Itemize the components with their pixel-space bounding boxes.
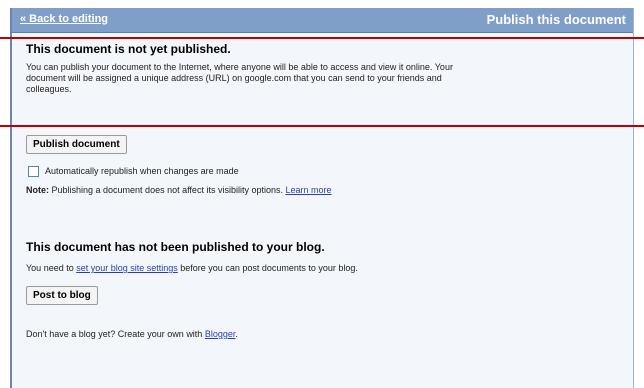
blog-text-after: before you can post documents to your bl… <box>177 263 358 273</box>
auto-republish-checkbox[interactable] <box>28 166 39 177</box>
publish-description-line-1: You can publish your document to the Int… <box>26 62 453 72</box>
blogger-text-after: . <box>235 329 238 339</box>
blogger-text-before: Don't have a blog yet? Create your own w… <box>26 329 205 339</box>
publish-description-line-2: document will be assigned a unique addre… <box>26 73 442 83</box>
learn-more-link[interactable]: Learn more <box>285 185 331 195</box>
blogger-link[interactable]: Blogger <box>205 329 236 339</box>
blog-status-heading: This document has not been published to … <box>26 240 325 254</box>
note-label: Note: <box>26 185 49 195</box>
blogger-promo: Don't have a blog yet? Create your own w… <box>26 329 238 340</box>
annotation-line-top <box>0 37 644 39</box>
back-to-editing-link[interactable]: « Back to editing <box>20 13 108 25</box>
post-to-blog-button[interactable]: Post to blog <box>26 286 98 305</box>
annotation-line-bottom <box>0 125 644 127</box>
main-content: This document is not yet published. You … <box>12 33 633 388</box>
auto-republish-label: Automatically republish when changes are… <box>45 166 239 176</box>
publish-status-heading: This document is not yet published. <box>26 42 231 56</box>
blog-settings-text: You need to set your blog site settings … <box>26 263 358 274</box>
blog-settings-link[interactable]: set your blog site settings <box>76 263 178 273</box>
publish-window: « Back to editing Publish this document … <box>10 8 634 388</box>
note-text: Publishing a document does not affect it… <box>49 185 286 195</box>
publish-description-line-3: colleagues. <box>26 84 72 94</box>
blog-text-before: You need to <box>26 263 77 273</box>
header-bar: « Back to editing Publish this document <box>12 8 633 33</box>
publish-document-button[interactable]: Publish document <box>26 135 127 154</box>
visibility-note: Note: Publishing a document does not aff… <box>26 185 332 196</box>
page-title: Publish this document <box>486 12 626 27</box>
